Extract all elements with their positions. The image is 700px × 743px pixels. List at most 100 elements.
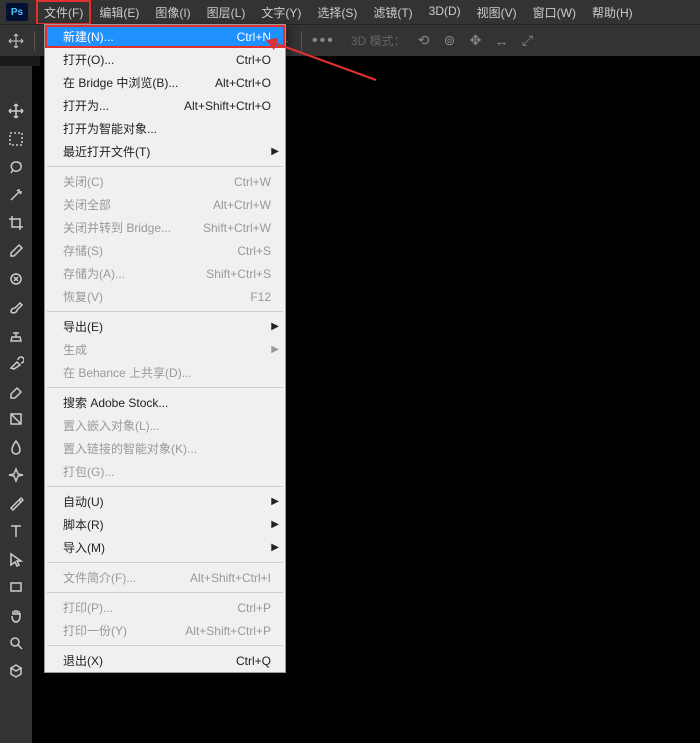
blur-tool[interactable] xyxy=(4,436,28,457)
move-tool[interactable] xyxy=(4,100,28,121)
menuitem-label: 关闭并转到 Bridge... xyxy=(63,219,171,236)
pen-tool[interactable] xyxy=(4,492,28,513)
menuitem-恢复: 恢复(V)F12 xyxy=(45,285,285,308)
menuitem-label: 脚本(R) xyxy=(63,516,104,533)
type-tool[interactable] xyxy=(4,520,28,541)
menu-视图[interactable]: 视图(V) xyxy=(469,0,525,25)
menu-文字[interactable]: 文字(Y) xyxy=(253,0,309,25)
menuitem-shortcut: Alt+Ctrl+O xyxy=(215,76,271,90)
menuitem-shortcut: Alt+Shift+Ctrl+P xyxy=(185,624,271,638)
move-icon[interactable] xyxy=(8,33,24,49)
menuitem-label: 置入嵌入对象(L)... xyxy=(63,417,160,434)
menuitem-打开为智能对象[interactable]: 打开为智能对象... xyxy=(45,117,285,140)
menuitem-脚本[interactable]: 脚本(R)▶ xyxy=(45,513,285,536)
menuitem-置入嵌入对象: 置入嵌入对象(L)... xyxy=(45,414,285,437)
menuitem-label: 打印(P)... xyxy=(63,599,113,616)
menuitem-存储: 存储(S) Ctrl+S xyxy=(45,239,285,262)
eraser-tool[interactable] xyxy=(4,380,28,401)
lasso-tool[interactable] xyxy=(4,156,28,177)
mode-3d-label: 3D 模式： xyxy=(351,32,406,49)
menuitem-label: 存储为(A)... xyxy=(63,265,125,282)
menuitem-label: 最近打开文件(T) xyxy=(63,143,150,160)
menuitem-自动[interactable]: 自动(U)▶ xyxy=(45,490,285,513)
menuitem-shortcut: Ctrl+S xyxy=(237,244,271,258)
menuitem-在 Bridge 中浏览[interactable]: 在 Bridge 中浏览(B)...Alt+Ctrl+O xyxy=(45,71,285,94)
crop-tool[interactable] xyxy=(4,212,28,233)
menuitem-打开为[interactable]: 打开为... Alt+Shift+Ctrl+O xyxy=(45,94,285,117)
menuitem-退出[interactable]: 退出(X)Ctrl+Q xyxy=(45,649,285,672)
menuitem-label: 导入(M) xyxy=(63,539,105,556)
menu-图像[interactable]: 图像(I) xyxy=(147,0,198,25)
menuitem-label: 导出(E) xyxy=(63,318,103,335)
menuitem-打印一份: 打印一份(Y) Alt+Shift+Ctrl+P xyxy=(45,619,285,642)
menuitem-关闭: 关闭(C)Ctrl+W xyxy=(45,170,285,193)
menuitem-打包: 打包(G)... xyxy=(45,460,285,483)
menuitem-导入[interactable]: 导入(M)▶ xyxy=(45,536,285,559)
menuitem-label: 存储(S) xyxy=(63,242,103,259)
menu-separator xyxy=(47,645,283,646)
file-menu-dropdown: 新建(N)...Ctrl+N打开(O)...Ctrl+O在 Bridge 中浏览… xyxy=(44,24,286,673)
artboard-tool[interactable] xyxy=(4,660,28,681)
menuitem-label: 打开为... xyxy=(63,97,109,114)
menu-滤镜[interactable]: 滤镜(T) xyxy=(365,0,420,25)
menuitem-文件简介: 文件简介(F)...Alt+Shift+Ctrl+I xyxy=(45,566,285,589)
eyedropper-tool[interactable] xyxy=(4,240,28,261)
history-brush-tool[interactable] xyxy=(4,352,28,373)
dodge-tool[interactable] xyxy=(4,464,28,485)
menuitem-label: 恢复(V) xyxy=(63,288,103,305)
menuitem-label: 置入链接的智能对象(K)... xyxy=(63,440,197,457)
menuitem-label: 打印一份(Y) xyxy=(63,622,127,639)
menu-编辑[interactable]: 编辑(E) xyxy=(91,0,147,25)
menuitem-搜索 Adobe Stock[interactable]: 搜索 Adobe Stock... xyxy=(45,391,285,414)
menuitem-打开[interactable]: 打开(O)...Ctrl+O xyxy=(45,48,285,71)
menuitem-shortcut: Shift+Ctrl+S xyxy=(206,267,271,281)
menuitem-label: 在 Behance 上共享(D)... xyxy=(63,364,192,381)
menuitem-导出[interactable]: 导出(E) ▶ xyxy=(45,315,285,338)
gradient-tool[interactable] xyxy=(4,408,28,429)
menu-文件[interactable]: 文件(F) xyxy=(36,0,91,25)
more-options[interactable]: ••• xyxy=(312,32,335,50)
menuitem-shortcut: Alt+Shift+Ctrl+O xyxy=(184,99,271,113)
menu-帮助[interactable]: 帮助(H) xyxy=(584,0,641,25)
3d-roll-icon[interactable]: ⊚ xyxy=(442,33,458,49)
menuitem-label: 打开(O)... xyxy=(63,51,114,68)
3d-slide-icon[interactable]: ↔ xyxy=(494,33,510,49)
menu-separator xyxy=(47,311,283,312)
path-select-tool[interactable] xyxy=(4,548,28,569)
menuitem-存储为: 存储为(A)... Shift+Ctrl+S xyxy=(45,262,285,285)
menuitem-label: 自动(U) xyxy=(63,493,104,510)
marquee-tool[interactable] xyxy=(4,128,28,149)
menuitem-label: 打开为智能对象... xyxy=(63,120,157,137)
menu-图层[interactable]: 图层(L) xyxy=(199,0,254,25)
menu-separator xyxy=(47,562,283,563)
brush-tool[interactable] xyxy=(4,296,28,317)
menuitem-最近打开文件[interactable]: 最近打开文件(T) ▶ xyxy=(45,140,285,163)
rectangle-tool[interactable] xyxy=(4,576,28,597)
3d-orbit-icon[interactable]: ⟲ xyxy=(416,33,432,49)
3d-pan-icon[interactable]: ✥ xyxy=(468,33,484,49)
submenu-arrow-icon: ▶ xyxy=(271,146,279,157)
magic-wand-tool[interactable] xyxy=(4,184,28,205)
menuitem-shortcut: Shift+Ctrl+W xyxy=(203,221,271,235)
menu-3d[interactable]: 3D(D) xyxy=(421,0,469,25)
zoom-tool[interactable] xyxy=(4,632,28,653)
menuitem-shortcut: Ctrl+W xyxy=(234,175,271,189)
menuitem-在 Behance 上共享: 在 Behance 上共享(D)... xyxy=(45,361,285,384)
menuitem-shortcut: Alt+Shift+Ctrl+I xyxy=(190,571,271,585)
menu-separator xyxy=(47,387,283,388)
submenu-arrow-icon: ▶ xyxy=(271,321,279,332)
divider xyxy=(301,31,302,51)
menuitem-置入链接的智能对象: 置入链接的智能对象(K)... xyxy=(45,437,285,460)
menu-窗口[interactable]: 窗口(W) xyxy=(525,0,584,25)
clone-stamp-tool[interactable] xyxy=(4,324,28,345)
hand-tool[interactable] xyxy=(4,604,28,625)
3d-zoom-icon[interactable]: ⤢ xyxy=(520,33,536,49)
divider xyxy=(34,31,35,51)
submenu-arrow-icon: ▶ xyxy=(271,344,279,355)
menu-选择[interactable]: 选择(S) xyxy=(309,0,365,25)
spot-heal-tool[interactable] xyxy=(4,268,28,289)
menuitem-label: 关闭全部 xyxy=(63,196,111,213)
menuitem-关闭并转到 Bridge: 关闭并转到 Bridge... Shift+Ctrl+W xyxy=(45,216,285,239)
toolbar xyxy=(0,66,32,743)
menuitem-新建[interactable]: 新建(N)...Ctrl+N xyxy=(45,25,285,48)
